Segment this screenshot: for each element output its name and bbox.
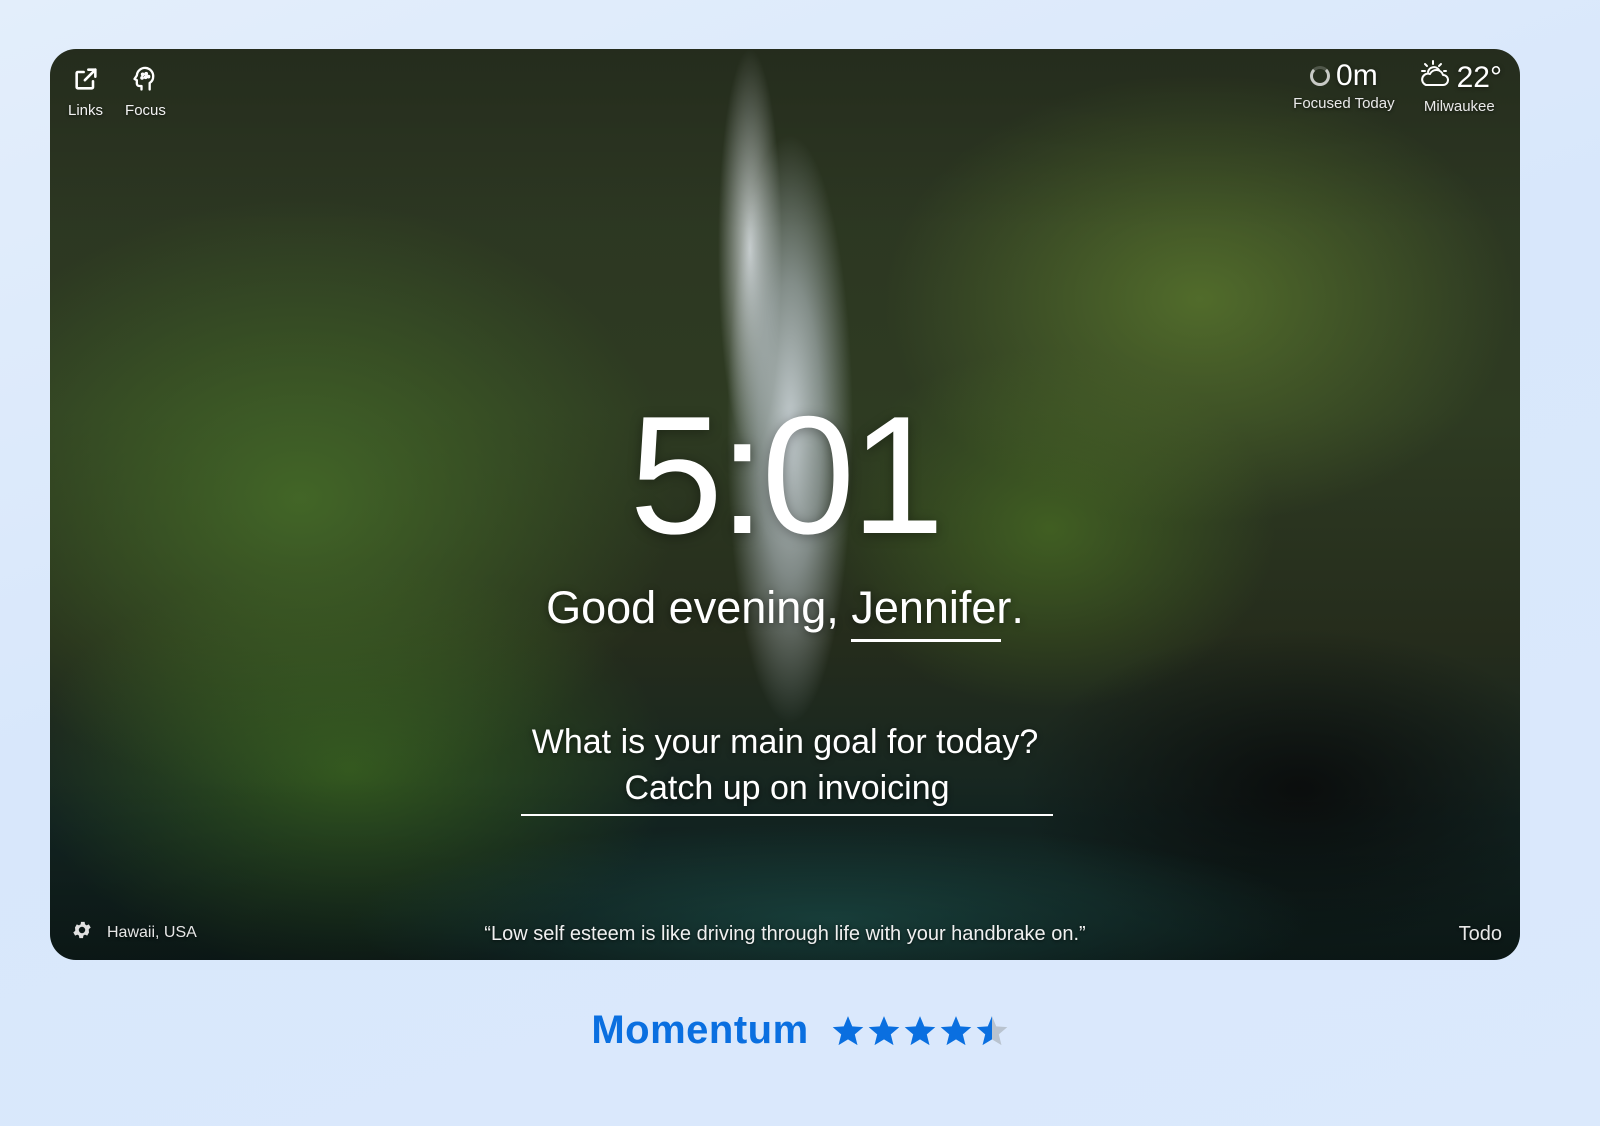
- main-goal-input[interactable]: Catch up on invoicing: [521, 769, 1053, 816]
- weather-location-label: Milwaukee: [1423, 98, 1495, 115]
- progress-ring-icon: [1310, 66, 1331, 86]
- star-half-icon: [976, 1015, 1007, 1045]
- focus-time-widget[interactable]: 0m Focused Today: [1293, 59, 1394, 115]
- star-full-icon: [832, 1015, 863, 1045]
- todo-button[interactable]: Todo: [1459, 923, 1502, 946]
- focus-button[interactable]: Focus: [125, 65, 166, 119]
- head-brain-icon: [131, 65, 159, 98]
- top-left-widgets: Links Focus: [68, 65, 166, 119]
- focus-label: Focus: [125, 102, 166, 119]
- momentum-dashboard-screenshot: Links Focus 0m Focused Today 22° Milwauk…: [50, 49, 1520, 960]
- greeting-prefix: Good evening,: [546, 582, 852, 633]
- external-link-icon: [72, 65, 100, 98]
- clock: 5:01: [629, 381, 945, 569]
- partly-cloudy-icon: [1417, 59, 1451, 96]
- focus-time-value: 0m: [1336, 59, 1378, 92]
- temperature-value: 22°: [1456, 60, 1502, 94]
- focus-time-label: Focused Today: [1293, 95, 1395, 112]
- star-rating: [831, 1014, 1009, 1048]
- caption: Momentum: [0, 1008, 1600, 1053]
- greeting-suffix: .: [1011, 582, 1024, 633]
- weather-widget[interactable]: 22° Milwaukee: [1417, 59, 1502, 115]
- star-full-icon: [940, 1015, 971, 1045]
- links-label: Links: [68, 102, 104, 119]
- star-full-icon: [904, 1015, 935, 1045]
- links-button[interactable]: Links: [68, 65, 103, 119]
- brand-name: Momentum: [591, 1008, 809, 1052]
- greeting-name[interactable]: Jennifer: [851, 582, 1011, 642]
- main-goal-question: What is your main goal for today?: [531, 723, 1039, 761]
- star-full-icon: [868, 1015, 899, 1045]
- greeting: Good evening, Jennifer.: [50, 582, 1520, 642]
- daily-quote: “Low self esteem is like driving through…: [484, 923, 1086, 945]
- top-right-widgets: 0m Focused Today 22° Milwaukee: [1293, 59, 1502, 115]
